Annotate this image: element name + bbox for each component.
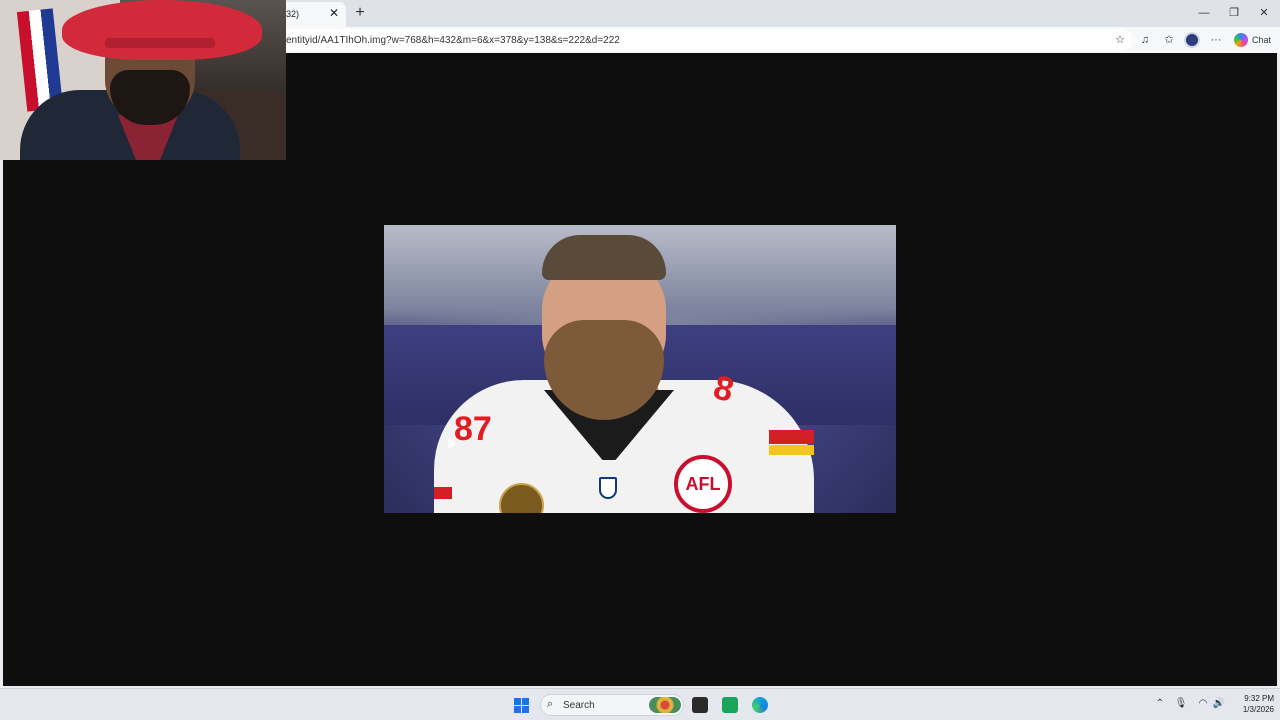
jersey-number-left: 87 <box>454 410 492 448</box>
app-icon[interactable] <box>722 697 738 713</box>
new-tab-button[interactable]: + <box>351 5 369 23</box>
webcam-overlay <box>0 0 286 160</box>
star-icon[interactable]: ☆ <box>1112 32 1128 48</box>
browser-window: 32) ✕ + — ❐ ✕ entityid/AA1TIhOh.img?w=76… <box>0 0 1280 688</box>
tab-title: 32) <box>286 9 300 19</box>
microphone-icon[interactable]: 🎙 <box>1174 698 1188 709</box>
clock[interactable]: 9:32 PM 1/3/2026 <box>1232 693 1274 715</box>
restore-button[interactable]: ❐ <box>1222 5 1246 21</box>
favorites-icon[interactable]: ✩ <box>1161 32 1177 48</box>
profile-avatar[interactable] <box>1184 32 1200 48</box>
search-highlight-icon <box>649 697 681 713</box>
search-icon: ⌕ <box>547 698 554 710</box>
read-aloud-icon[interactable]: ♫ <box>1137 32 1153 48</box>
close-window-button[interactable]: ✕ <box>1252 5 1276 21</box>
more-icon[interactable]: ··· <box>1208 32 1224 48</box>
edge-icon[interactable] <box>752 697 768 713</box>
chevron-up-icon[interactable]: ⌃ <box>1153 698 1167 709</box>
minimize-button[interactable]: — <box>1192 5 1216 21</box>
clock-date: 1/3/2026 <box>1242 705 1274 714</box>
taskbar: ⌕ Search ⌃ 🎙 ◠ 🔊 9:32 PM 1/3/2026 <box>0 688 1280 720</box>
address-bar[interactable]: entityid/AA1TIhOh.img?w=768&h=432&m=6&x=… <box>280 29 1132 51</box>
clock-time: 9:32 PM <box>1244 694 1274 703</box>
afl-patch: AFL <box>674 455 732 513</box>
volume-icon[interactable]: 🔊 <box>1212 698 1226 709</box>
search-label: Search <box>563 700 595 711</box>
copilot-icon <box>1234 33 1248 47</box>
displayed-image[interactable]: 87 8 AFL <box>384 225 896 513</box>
tab-close-button[interactable]: ✕ <box>326 6 342 22</box>
nfl-shield-icon <box>599 477 617 499</box>
hat <box>62 0 262 60</box>
start-icon[interactable] <box>514 698 529 713</box>
wifi-icon[interactable]: ◠ <box>1196 698 1210 709</box>
chat-label: Chat <box>1252 35 1272 45</box>
copilot-chat-button[interactable]: Chat <box>1232 31 1276 49</box>
file-explorer-icon[interactable] <box>692 697 708 713</box>
taskbar-search[interactable]: ⌕ Search <box>540 694 684 716</box>
